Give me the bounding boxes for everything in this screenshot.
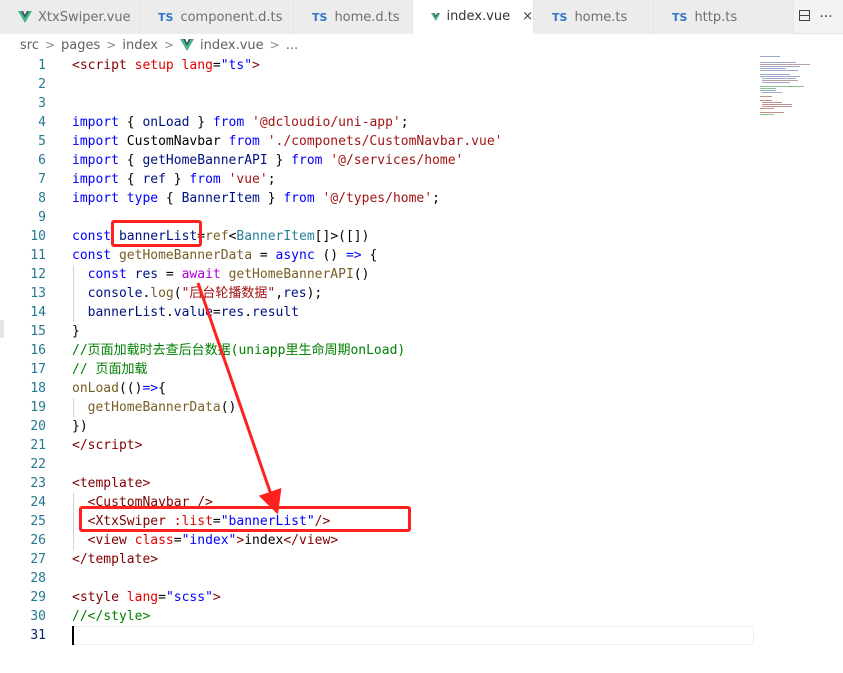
tab-home-ts[interactable]: TS home.ts [534, 0, 654, 34]
breadcrumb-item-pages[interactable]: pages [61, 38, 100, 53]
line-number: 13 [30, 286, 46, 301]
code-line-30: //</style> [72, 609, 151, 624]
line-number: 19 [30, 400, 46, 415]
tab-label: component.d.ts [180, 9, 283, 25]
line-number: 28 [30, 571, 46, 586]
line-number: 2 [38, 77, 46, 92]
line-number: 8 [38, 191, 46, 206]
line-number: 22 [30, 457, 46, 472]
code-line-19: getHomeBannerData() [87, 400, 237, 415]
tab-index-vue[interactable]: index.vue × [413, 0, 534, 34]
breadcrumb-item-file[interactable]: index.vue [200, 38, 264, 53]
line-number: 25 [30, 514, 46, 529]
line-number: 21 [30, 438, 46, 453]
tab-label: http.ts [694, 9, 738, 25]
line-number: 30 [30, 609, 46, 624]
typescript-file-icon: TS [158, 10, 174, 24]
code-line-14: bannerList.value=res.result [87, 305, 300, 320]
breadcrumb-item-symbol[interactable]: ... [286, 38, 298, 53]
code-line-8: import type { BannerItem } from '@/types… [72, 191, 440, 206]
line-number: 24 [30, 495, 46, 510]
vue-file-icon [180, 39, 194, 51]
line-number: 3 [38, 96, 46, 111]
tab-component-d-ts[interactable]: TS component.d.ts [140, 0, 294, 34]
tab-label: index.vue [446, 9, 511, 24]
line-number: 20 [30, 419, 46, 434]
line-number: 23 [30, 476, 46, 491]
line-number: 7 [38, 172, 46, 187]
typescript-file-icon: TS [672, 10, 688, 24]
tab-label: home.d.ts [334, 9, 400, 25]
line-number: 10 [30, 229, 46, 244]
more-actions-icon[interactable]: ··· [815, 9, 837, 25]
typescript-file-icon: TS [552, 10, 568, 24]
breadcrumb: src > pages > index > index.vue > ... [0, 34, 843, 56]
chevron-right-icon: > [269, 38, 280, 52]
code-line-26: <view class="index">index</view> [72, 533, 339, 548]
code-line-27: </template> [72, 552, 159, 567]
breadcrumb-item-index[interactable]: index [122, 38, 158, 53]
highlight-box-bannerlist-declaration [111, 220, 202, 247]
line-number: 5 [38, 134, 46, 149]
tab-xtxswiper-vue[interactable]: XtxSwiper.vue [0, 0, 140, 34]
tab-home-d-ts[interactable]: TS home.d.ts [294, 0, 413, 34]
line-number: 15 [30, 324, 46, 339]
code-line-1: <script setup lang="ts"> [72, 58, 260, 73]
line-number: 11 [30, 248, 46, 263]
line-number: 1 [38, 58, 46, 73]
tab-http-ts[interactable]: TS http.ts [654, 0, 794, 34]
line-number: 12 [30, 267, 46, 282]
chevron-right-icon: > [163, 38, 174, 52]
line-number: 18 [30, 381, 46, 396]
vue-file-icon [18, 11, 32, 23]
code-line-12: const res = await getHomeBannerAPI() [87, 267, 370, 282]
code-editor[interactable]: 1 2 3 4 5 6 7 8 9 10 11 12 13 14 15 16 1… [0, 56, 760, 673]
code-line-29: <style lang="scss"> [72, 590, 221, 605]
text-cursor [72, 626, 74, 645]
line-number: 6 [38, 153, 46, 168]
vue-file-icon [431, 12, 441, 21]
breadcrumb-item-src[interactable]: src [20, 38, 39, 53]
line-number: 16 [30, 343, 46, 358]
code-line-13: console.log("后台轮播数据",res); [87, 286, 323, 301]
line-number: 27 [30, 552, 46, 567]
line-number: 29 [30, 590, 46, 605]
line-number: 26 [30, 533, 46, 548]
code-line-17: // 页面加载 [72, 362, 148, 377]
editor-tab-bar: XtxSwiper.vue TS component.d.ts TS home.… [0, 0, 843, 34]
code-line-16: //页面加载时去查后台数据(uniapp里生命周期onLoad) [72, 343, 406, 358]
code-line-20: }) [72, 419, 88, 434]
line-number-current: 31 [30, 628, 46, 643]
line-number: 17 [30, 362, 46, 377]
typescript-file-icon: TS [312, 10, 328, 24]
code-line-4: import { onLoad } from '@dcloudio/uni-ap… [72, 115, 409, 130]
tab-actions: ··· [793, 0, 837, 34]
code-line-6: import { getHomeBannerAPI } from '@/serv… [72, 153, 464, 168]
code-line-5: import CustomNavbar from './componets/Cu… [72, 134, 503, 149]
code-line-15: } [72, 324, 80, 339]
code-line-11: const getHomeBannerData = async () => { [72, 248, 378, 263]
close-tab-icon[interactable]: × [522, 9, 533, 24]
line-number: 4 [38, 115, 46, 130]
line-number: 9 [38, 210, 46, 225]
highlight-box-xtxswiper-usage [79, 506, 411, 532]
tab-label: home.ts [574, 9, 628, 25]
split-editor-icon[interactable] [793, 9, 815, 25]
code-line-23: <template> [72, 476, 151, 491]
minimap[interactable] [760, 56, 820, 136]
code-line-7: import { ref } from 'vue'; [72, 172, 276, 187]
chevron-right-icon: > [106, 38, 117, 52]
line-number: 14 [30, 305, 46, 320]
code-line-21: </script> [72, 438, 143, 453]
code-line-18: onLoad(()=>{ [72, 381, 166, 396]
chevron-right-icon: > [44, 38, 56, 52]
current-line-highlight [72, 626, 754, 645]
tab-label: XtxSwiper.vue [38, 9, 131, 25]
